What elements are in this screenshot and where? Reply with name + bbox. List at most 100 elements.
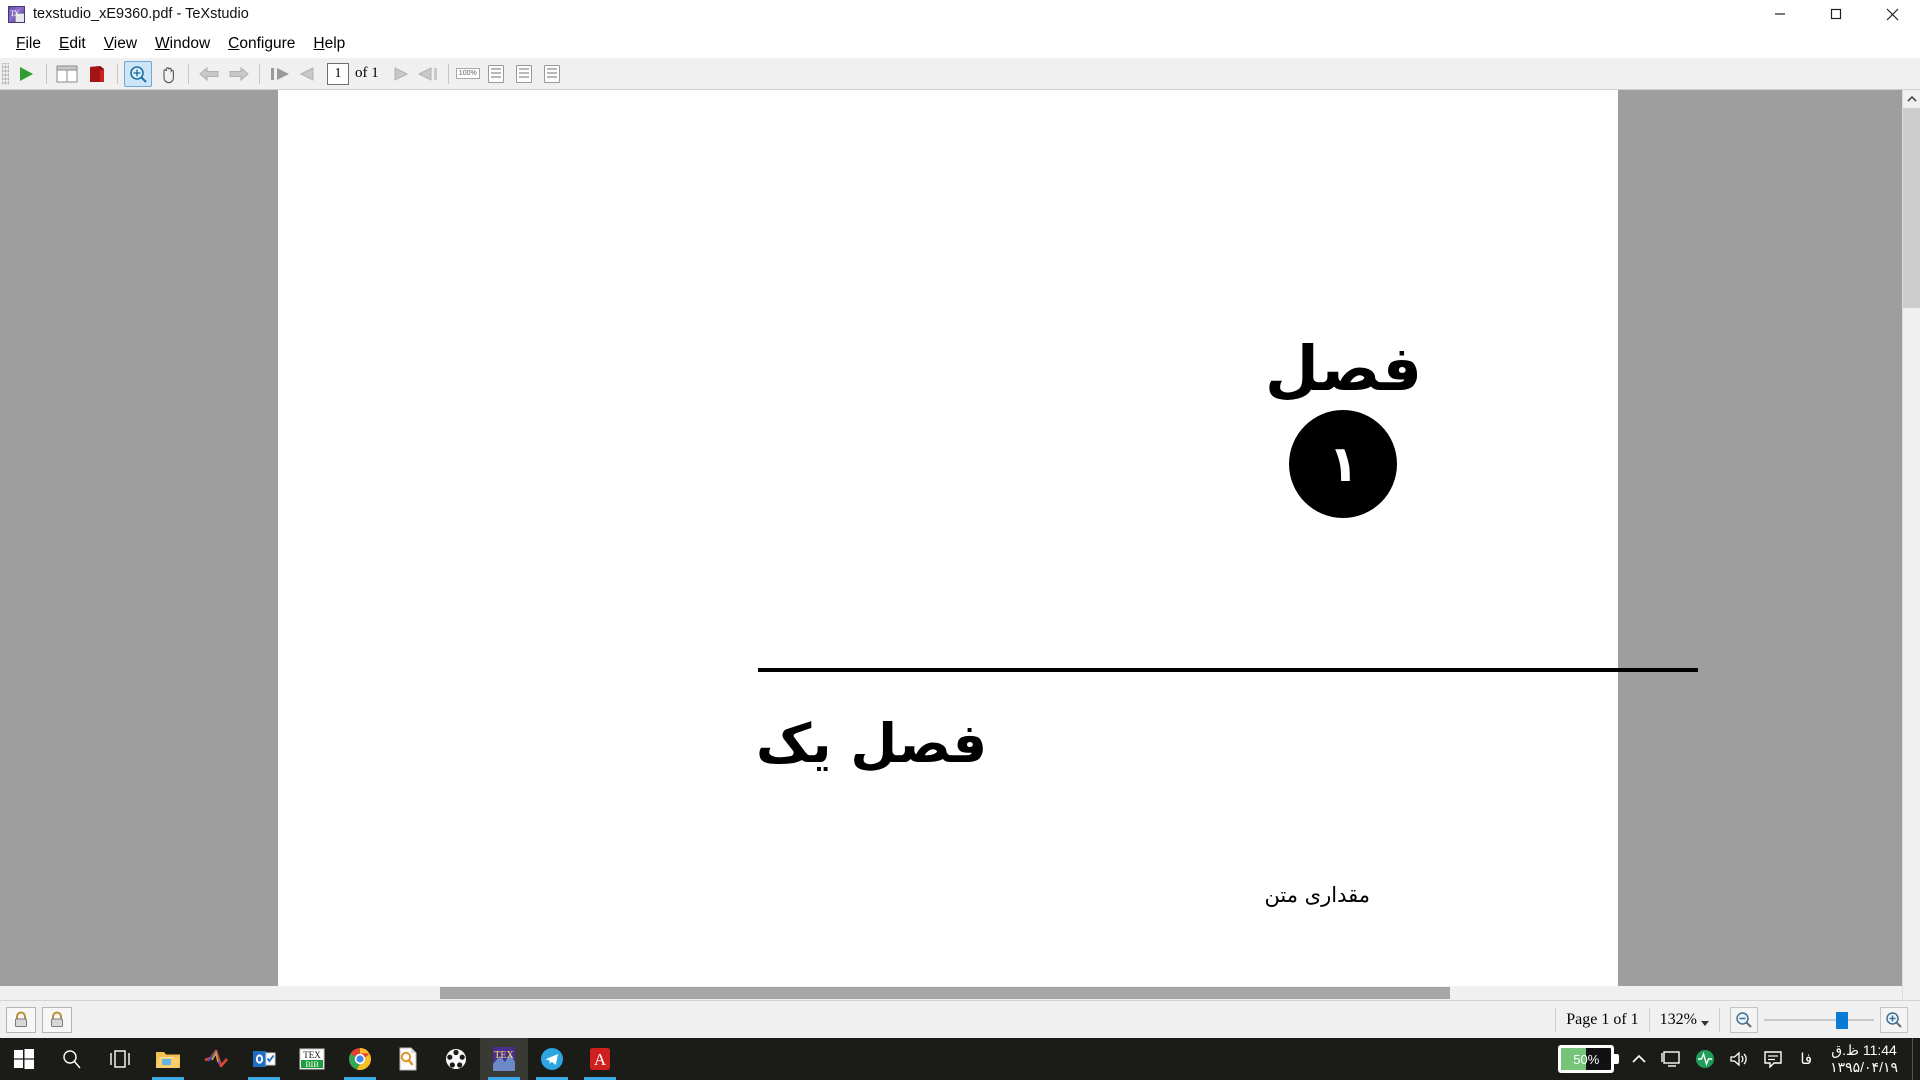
build-and-view-button[interactable] xyxy=(12,61,40,87)
hand-tool-button[interactable] xyxy=(154,61,182,87)
menu-edit[interactable]: Edit xyxy=(50,32,95,56)
system-tray: 50% فا 11:44 ظ.ق ۱۳۹۵/۰۴/۱۹ xyxy=(1548,1038,1920,1080)
toolbar-separator-1 xyxy=(46,63,47,84)
lock-view-button[interactable] xyxy=(42,1006,72,1033)
puzzle-app-button[interactable] xyxy=(432,1038,480,1080)
chapter-rule xyxy=(758,668,1698,672)
search-doc-button[interactable] xyxy=(384,1038,432,1080)
clock-date: ۱۳۹۵/۰۴/۱۹ xyxy=(1830,1059,1898,1075)
vertical-scroll-thumb[interactable] xyxy=(1903,108,1920,308)
chapter-number-label: ۱ xyxy=(1328,435,1359,493)
toolbar-separator-2 xyxy=(117,63,118,84)
menu-help-rest: elp xyxy=(324,34,346,52)
menu-view-rest: iew xyxy=(113,34,138,52)
file-explorer-button[interactable] xyxy=(144,1038,192,1080)
menu-configure[interactable]: Configure xyxy=(219,32,304,56)
chapter-number-badge: ۱ xyxy=(1289,410,1398,518)
fit-text-width-button[interactable] xyxy=(540,63,564,85)
zoom-slider[interactable] xyxy=(1764,1007,1874,1033)
menu-window-rest: indow xyxy=(169,34,211,52)
fit-width-icon xyxy=(487,64,504,83)
page-number-input[interactable]: 1 xyxy=(327,62,349,85)
previous-page-button[interactable] xyxy=(296,61,324,87)
menu-file[interactable]: File xyxy=(7,32,50,56)
page-layout-icon[interactable] xyxy=(53,61,81,87)
fit-actual-label: 100% xyxy=(455,68,480,79)
zoom-slider-track xyxy=(1764,1018,1874,1021)
menu-view-mnemonic: V xyxy=(103,34,114,52)
menu-edit-rest: dit xyxy=(69,34,86,52)
outlook-button[interactable] xyxy=(240,1038,288,1080)
chapter-header: فصل ۱ xyxy=(1265,336,1422,518)
show-desktop-button[interactable] xyxy=(1912,1038,1920,1080)
search-button[interactable] xyxy=(48,1038,96,1080)
display-icon[interactable] xyxy=(1654,1038,1688,1080)
status-separator-2 xyxy=(1648,1007,1650,1032)
open-pdf-icon[interactable] xyxy=(83,61,111,87)
zoom-level-combo[interactable]: 132% xyxy=(1660,1011,1709,1029)
vertical-scrollbar[interactable] xyxy=(1902,90,1920,1000)
texmaker-button[interactable]: TEX BIB xyxy=(288,1038,336,1080)
start-button[interactable] xyxy=(0,1038,48,1080)
zoom-level-label: 132% xyxy=(1659,1010,1697,1028)
title-bar: texstudio_xE9360.pdf - TeXstudio xyxy=(0,0,1920,29)
show-hidden-icons-button[interactable] xyxy=(1624,1038,1654,1080)
forward-button[interactable] xyxy=(225,61,253,87)
first-page-button[interactable] xyxy=(266,61,294,87)
chapter-title: فصل یک xyxy=(756,712,988,775)
taskbar: TEX BIB TEX A 50% فا 11:44 ظ.ق ۱۳۹۵/۰۴/۱… xyxy=(0,1038,1920,1080)
body-paragraph: مقداری متن xyxy=(1264,883,1370,907)
chrome-button[interactable] xyxy=(336,1038,384,1080)
scroll-up-icon[interactable] xyxy=(1903,90,1920,108)
language-indicator[interactable]: فا xyxy=(1790,1050,1822,1068)
menu-file-rest: ile xyxy=(25,34,41,52)
window-title: texstudio_xE9360.pdf - TeXstudio xyxy=(33,6,249,22)
status-separator-1 xyxy=(1555,1007,1557,1032)
magnify-tool-button[interactable] xyxy=(124,60,152,87)
page-total-label: of 1 xyxy=(355,65,379,81)
menu-help[interactable]: Help xyxy=(304,32,354,56)
chapter-word-label: فصل xyxy=(1264,332,1422,405)
zoom-out-button[interactable] xyxy=(1730,1006,1758,1033)
menu-help-mnemonic: H xyxy=(313,34,325,52)
lock-document-button[interactable] xyxy=(6,1006,36,1033)
close-button[interactable] xyxy=(1864,0,1920,29)
texstudio-button[interactable]: TEX xyxy=(480,1038,528,1080)
zoom-slider-thumb[interactable] xyxy=(1836,1011,1848,1029)
svg-text:TEX: TEX xyxy=(494,1050,514,1061)
next-page-button[interactable] xyxy=(384,61,412,87)
menu-bar: File Edit View Window Configure Help xyxy=(0,29,1920,58)
pdf-viewer[interactable]: فصل ۱ فصل یک مقداری متن xyxy=(0,90,1902,1000)
chevron-down-icon[interactable] xyxy=(1701,1020,1709,1026)
fit-page-button[interactable] xyxy=(512,63,536,85)
telegram-button[interactable] xyxy=(528,1038,576,1080)
minimize-button[interactable] xyxy=(1752,0,1808,29)
pdf-page[interactable]: فصل ۱ فصل یک مقداری متن xyxy=(278,90,1698,992)
horizontal-scrollbar[interactable] xyxy=(0,986,1902,1000)
notifications-icon[interactable] xyxy=(1756,1038,1790,1080)
zoom-in-button[interactable] xyxy=(1880,1006,1908,1033)
toolbar-separator-5 xyxy=(447,63,449,84)
menu-window[interactable]: Window xyxy=(146,32,219,56)
task-view-button[interactable] xyxy=(96,1038,144,1080)
app-window: texstudio_xE9360.pdf - TeXstudio File Ed… xyxy=(0,0,1920,1080)
fit-page-icon xyxy=(515,64,532,83)
svg-text:BIB: BIB xyxy=(305,1060,318,1069)
maximize-button[interactable] xyxy=(1808,0,1864,29)
clock[interactable]: 11:44 ظ.ق ۱۳۹۵/۰۴/۱۹ xyxy=(1822,1042,1912,1076)
fit-actual-size-button[interactable]: 100% xyxy=(455,63,480,85)
battery-indicator[interactable]: 50% xyxy=(1558,1045,1620,1073)
menu-view[interactable]: View xyxy=(95,32,146,56)
acrobat-button[interactable]: A xyxy=(576,1038,624,1080)
volume-icon[interactable] xyxy=(1722,1038,1756,1080)
menu-edit-mnemonic: E xyxy=(58,34,70,52)
back-button[interactable] xyxy=(195,61,223,87)
horizontal-scroll-thumb[interactable] xyxy=(440,987,1450,999)
battery-percent-label: 50% xyxy=(1573,1051,1600,1067)
matlab-button[interactable] xyxy=(192,1038,240,1080)
menu-window-mnemonic: W xyxy=(155,34,170,52)
toolbar-grip[interactable] xyxy=(2,62,9,85)
last-page-button[interactable] xyxy=(414,61,442,87)
fit-width-button[interactable] xyxy=(484,63,508,85)
activity-monitor-icon[interactable] xyxy=(1688,1038,1722,1080)
